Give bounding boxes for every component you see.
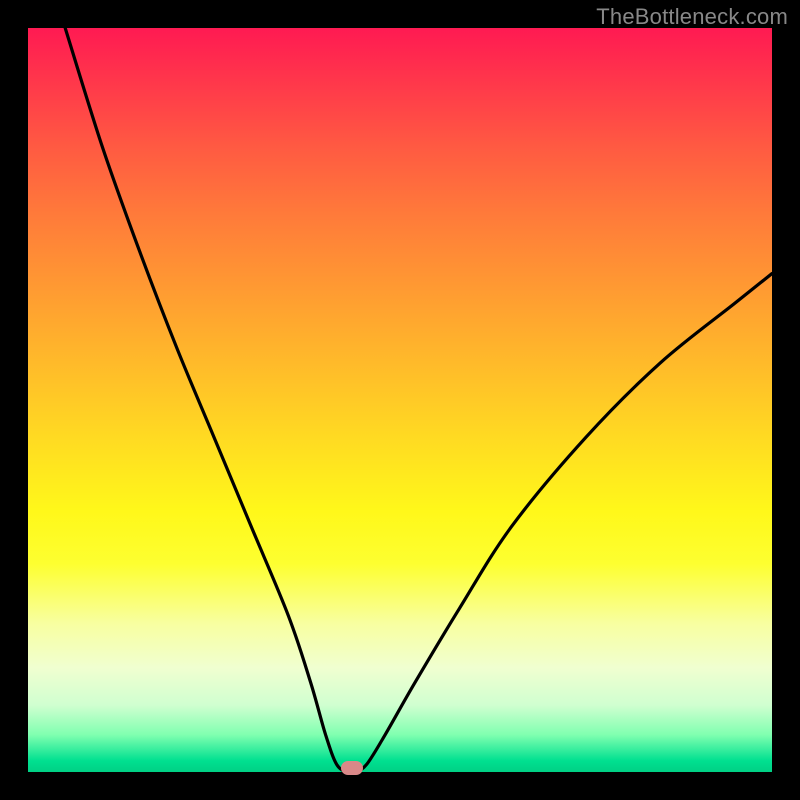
chart-frame: TheBottleneck.com bbox=[0, 0, 800, 800]
watermark-text: TheBottleneck.com bbox=[596, 4, 788, 30]
plot-area bbox=[28, 28, 772, 772]
bottleneck-curve bbox=[28, 28, 772, 772]
optimal-marker bbox=[341, 761, 363, 775]
